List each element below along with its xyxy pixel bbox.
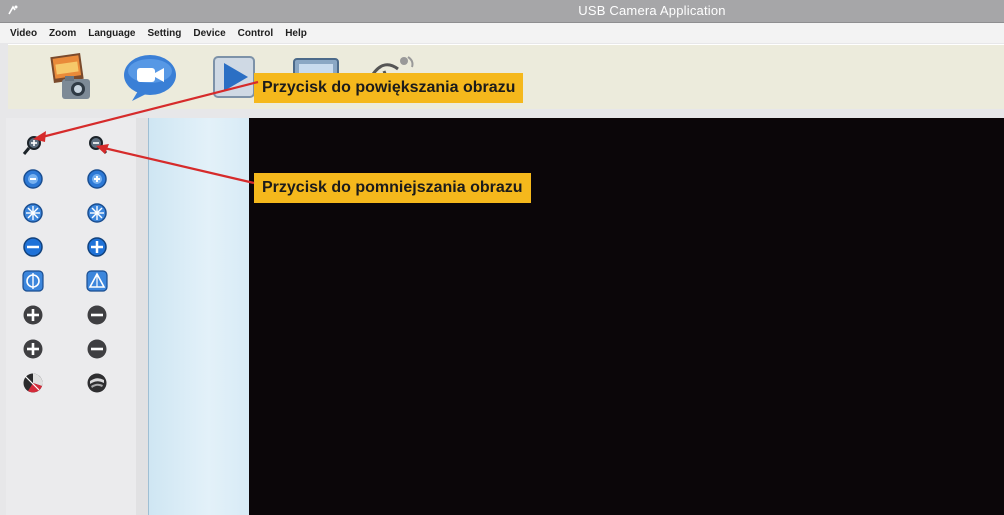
blue-circle-minus-icon xyxy=(23,237,43,257)
menu-control[interactable]: Control xyxy=(238,28,274,39)
blue-minus-icon xyxy=(23,169,43,189)
panel-divider xyxy=(136,118,148,515)
menu-language[interactable]: Language xyxy=(88,28,135,39)
title-bar: USB Camera Application xyxy=(0,0,1004,23)
menu-setting[interactable]: Setting xyxy=(148,28,182,39)
blue-circle-plus-icon xyxy=(87,237,107,257)
gray-minus-button[interactable] xyxy=(86,304,108,326)
gray-plus-button[interactable] xyxy=(22,304,44,326)
triangle-icon xyxy=(86,270,108,292)
focus-near-button[interactable] xyxy=(22,202,44,224)
iris-button[interactable] xyxy=(22,270,44,292)
dark-orb-icon xyxy=(87,373,107,393)
circle-target-icon xyxy=(22,270,44,292)
gray-plus-button-2[interactable] xyxy=(22,338,44,360)
record-video-button[interactable] xyxy=(120,49,180,105)
zoom-out-button[interactable] xyxy=(86,134,108,156)
snapshot-button[interactable] xyxy=(40,49,100,105)
snowflake-icon xyxy=(23,203,43,223)
video-camera-icon xyxy=(124,55,176,101)
blue-plus-button[interactable] xyxy=(86,168,108,190)
tilt-button[interactable] xyxy=(86,270,108,292)
menu-device[interactable]: Device xyxy=(193,28,225,39)
magnifier-minus-icon xyxy=(89,136,108,155)
gray-minus-button-2[interactable] xyxy=(86,338,108,360)
menu-help[interactable]: Help xyxy=(285,28,307,39)
window-title: USB Camera Application xyxy=(578,3,726,18)
gray-minus-icon xyxy=(87,305,107,325)
usb-camera-app-window: USB Camera Application Video Zoom Langua… xyxy=(0,0,1004,515)
menu-zoom[interactable]: Zoom xyxy=(49,28,76,39)
snowflake-icon xyxy=(87,203,107,223)
gray-minus-icon xyxy=(87,339,107,359)
zoom-out-callout: Przycisk do pomniejszania obrazu xyxy=(254,173,531,203)
magnifier-plus-icon xyxy=(22,136,41,155)
increase-button[interactable] xyxy=(86,236,108,258)
blue-minus-button[interactable] xyxy=(22,168,44,190)
color-wheel-icon xyxy=(23,373,43,393)
photo-camera-icon xyxy=(50,53,90,99)
blue-plus-icon xyxy=(87,169,107,189)
control-panel xyxy=(6,118,137,515)
gray-plus-icon xyxy=(23,339,43,359)
zoom-in-button[interactable] xyxy=(22,134,44,156)
dark-orb-button[interactable] xyxy=(86,372,108,394)
menu-bar: Video Zoom Language Setting Device Contr… xyxy=(0,23,1004,43)
thumbnail-strip[interactable] xyxy=(148,118,249,515)
gray-plus-icon xyxy=(23,305,43,325)
zoom-in-callout: Przycisk do powiększania obrazu xyxy=(254,73,524,103)
menu-video[interactable]: Video xyxy=(10,28,37,39)
focus-far-button[interactable] xyxy=(86,202,108,224)
color-wheel-button[interactable] xyxy=(22,372,44,394)
decrease-button[interactable] xyxy=(22,236,44,258)
